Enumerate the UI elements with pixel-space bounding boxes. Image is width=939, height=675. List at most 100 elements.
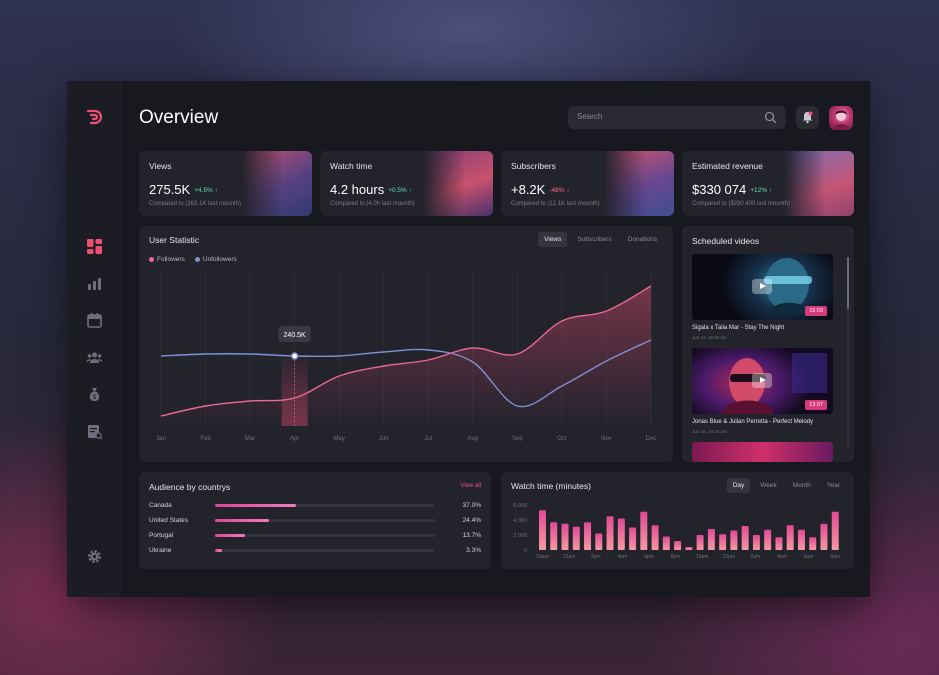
- x-tick-label: Jun: [379, 436, 389, 442]
- stat-value: $330 074 +12% ↑: [692, 182, 773, 197]
- bell-icon: [803, 111, 813, 124]
- stat-card-views[interactable]: Views 275.5K +4.5% ↑ Compared to (263.1K …: [139, 151, 312, 216]
- play-icon[interactable]: [752, 279, 772, 294]
- country-bar: [215, 549, 435, 552]
- user-statistic-chart[interactable]: Jan Feb Mar Apr May Jun Jul Aug Sep Oct Nov Dec 240.…: [139, 226, 673, 462]
- page-title: Overview: [139, 107, 219, 128]
- search-placeholder: Search: [577, 112, 603, 121]
- watch-time-bar: [786, 525, 794, 550]
- x-tick-label: 12am: [563, 554, 576, 560]
- scrollbar-thumb[interactable]: [847, 257, 849, 309]
- video-thumbnail[interactable]: 13:37: [692, 348, 833, 414]
- watch-time-bar: [595, 533, 603, 550]
- chart-tooltip: 240.5K: [278, 326, 311, 342]
- search-input[interactable]: Search: [568, 106, 786, 129]
- watch-time-bar: [685, 547, 693, 550]
- x-tick-label: May: [334, 436, 345, 442]
- watch-time-bar: [696, 535, 704, 550]
- stat-compare: Compared to ($290 400 last mounth): [692, 201, 791, 207]
- country-bar-fill: [215, 519, 269, 522]
- settings-icon[interactable]: [86, 548, 103, 565]
- watch-time-bar: [730, 530, 738, 550]
- watch-time-bar: [651, 525, 659, 550]
- x-tick-label: 8pm: [671, 554, 681, 560]
- watch-time-bar: [831, 511, 839, 550]
- watch-time-bar: [606, 516, 614, 550]
- y-tick-label: 6,000: [513, 503, 527, 509]
- stat-delta: +12% ↑: [750, 187, 773, 194]
- avatar[interactable]: [829, 106, 853, 130]
- x-tick-label: 10pm: [696, 554, 709, 560]
- video-title[interactable]: Jonas Blue & Julian Perretta - Perfect M…: [692, 419, 813, 425]
- x-tick-label: Sep: [512, 436, 523, 442]
- x-tick-label: Jan: [156, 436, 166, 442]
- watch-time-bar: [719, 534, 727, 550]
- stat-label: Estimated revenue: [692, 161, 763, 171]
- dashboard-icon[interactable]: [86, 238, 103, 255]
- video-thumbnail[interactable]: 15:03: [692, 254, 833, 320]
- highlight-column: [281, 356, 308, 426]
- x-tick-label: 6pm: [644, 554, 654, 560]
- users-icon[interactable]: [86, 349, 103, 366]
- y-tick-label: 0: [524, 548, 527, 554]
- view-all-link[interactable]: View all: [460, 483, 481, 489]
- stat-delta: +0.5% ↑: [388, 187, 412, 194]
- card-title: Scheduled videos: [692, 236, 760, 246]
- money-bag-icon[interactable]: $: [86, 386, 103, 403]
- stat-card-watch-time[interactable]: Watch time 4.2 hours +0.5% ↑ Compared to …: [320, 151, 493, 216]
- stat-value: 275.5K +4.5% ↑: [149, 182, 218, 197]
- x-tick-label: Oct: [557, 436, 567, 442]
- stat-value: 4.2 hours +0.5% ↑: [330, 182, 412, 197]
- x-tick-label: Apr: [290, 436, 299, 442]
- search-icon[interactable]: [764, 111, 777, 124]
- country-bar: [215, 534, 435, 537]
- x-tick-label: 2pm: [591, 554, 601, 560]
- x-tick-label: 12pm: [723, 554, 736, 560]
- video-title[interactable]: Sigala x Talia Mar - Stay The Night: [692, 325, 784, 331]
- reports-icon[interactable]: [86, 423, 103, 440]
- tooltip-value: 240.5K: [284, 332, 307, 339]
- watch-time-bar: [809, 537, 817, 550]
- x-tick-label: 8am: [830, 554, 840, 560]
- country-bar-fill: [215, 534, 246, 537]
- x-tick-label: 4pm: [617, 554, 627, 560]
- watch-time-chart[interactable]: 6,000 4,000 2,000 0 10am 12am 2pm 4pm 6pm 8pm 10pm…: [501, 472, 854, 569]
- watch-time-bar: [707, 529, 715, 550]
- analytics-icon[interactable]: [86, 275, 103, 292]
- watch-time-bar: [617, 518, 625, 550]
- y-tick-label: 4,000: [513, 518, 527, 524]
- watch-time-bar: [820, 523, 828, 550]
- country-row: Canada 37.0%: [149, 502, 481, 509]
- stat-card-subscribers[interactable]: Subscribers +8.2K -48% ↓ Compared to (12.…: [501, 151, 674, 216]
- watch-time-bar: [674, 541, 682, 550]
- watch-time-bar: [797, 529, 805, 550]
- x-tick-label: 4am: [777, 554, 787, 560]
- video-duration: 13:37: [805, 400, 827, 410]
- main-content: Overview Search Views 275.5K +4.5% ↑ Com…: [122, 81, 870, 597]
- sidebar: $: [67, 81, 122, 597]
- stat-card-revenue[interactable]: Estimated revenue $330 074 +12% ↑ Compare…: [682, 151, 854, 216]
- stat-value: +8.2K -48% ↓: [511, 182, 570, 197]
- stat-delta: +4.5% ↑: [194, 187, 218, 194]
- country-bar: [215, 519, 435, 522]
- x-tick-label: Feb: [200, 436, 211, 442]
- video-thumbnail[interactable]: [692, 442, 833, 462]
- avatar-image: [832, 110, 850, 130]
- watch-time-bar: [550, 522, 558, 550]
- stat-compare: Compared to (12.1K last mounth): [511, 201, 600, 207]
- stat-label: Views: [149, 161, 172, 171]
- play-icon[interactable]: [752, 373, 772, 388]
- watch-time-bar: [775, 537, 783, 550]
- x-tick-label: 10am: [536, 554, 549, 560]
- calendar-icon[interactable]: [86, 312, 103, 329]
- x-tick-label: Dec: [646, 436, 657, 442]
- audience-card: Audience by countrys View all Canada 37.…: [139, 472, 491, 569]
- notifications-button[interactable]: [796, 106, 819, 129]
- logo-icon[interactable]: [85, 107, 105, 127]
- country-row: Ukraine 3.3%: [149, 547, 481, 554]
- x-tick-label: Nov: [601, 436, 612, 442]
- country-bar-fill: [215, 549, 223, 552]
- y-tick-label: 2,000: [513, 533, 527, 539]
- x-tick-label: 6am: [804, 554, 814, 560]
- video-duration: 15:03: [805, 306, 827, 316]
